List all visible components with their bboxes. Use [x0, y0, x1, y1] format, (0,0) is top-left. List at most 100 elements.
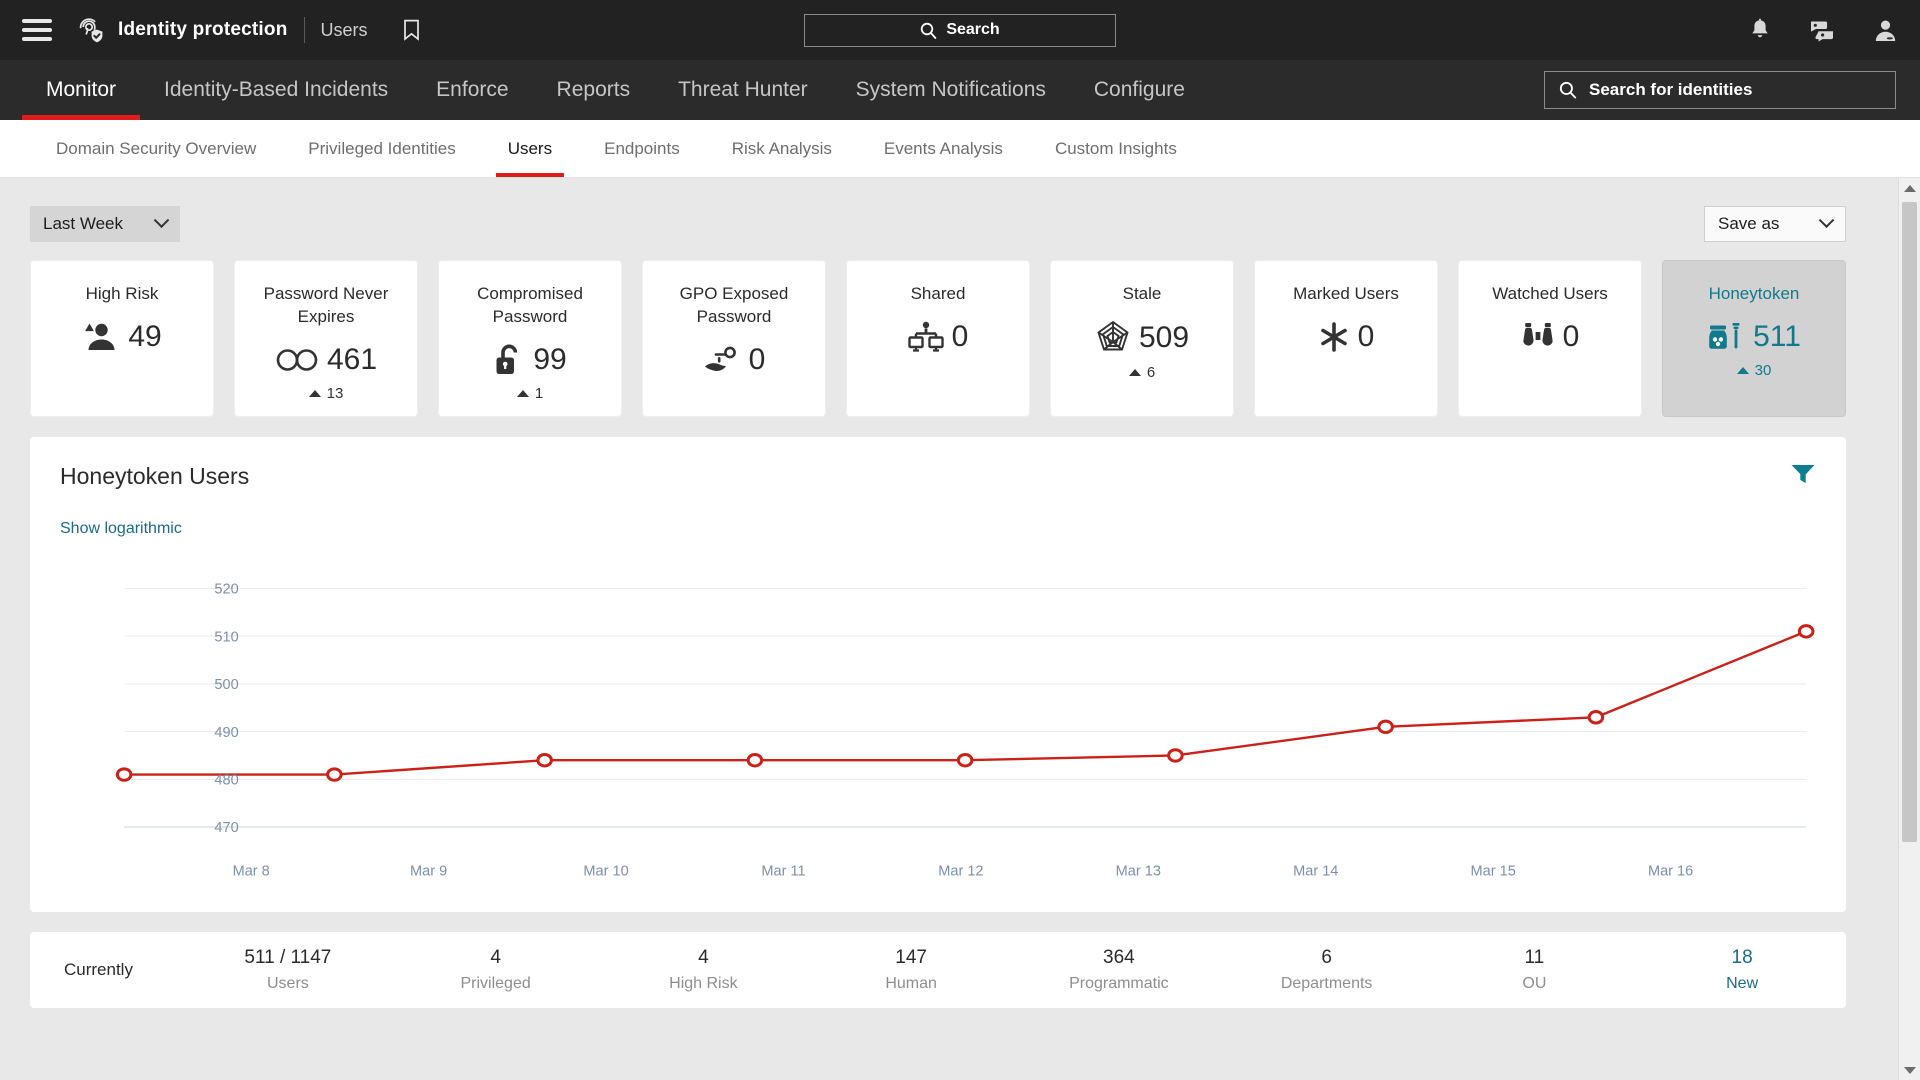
svg-text:Mar 15: Mar 15: [1471, 863, 1516, 879]
infinity-icon: [276, 348, 318, 371]
time-range-select[interactable]: Last Week: [30, 206, 180, 242]
nav-item-enforce[interactable]: Enforce: [412, 60, 532, 120]
summary-cell-high-risk[interactable]: 4 High Risk: [600, 947, 808, 993]
nav-item-configure[interactable]: Configure: [1070, 60, 1209, 120]
asterisk-icon: [1320, 321, 1347, 352]
kpi-value: 0: [951, 319, 969, 353]
funnel-filter-icon[interactable]: [1790, 463, 1816, 490]
summary-strip: Currently 511 / 1147 Users 4 Privileged …: [30, 932, 1846, 1008]
nav-item-monitor[interactable]: Monitor: [22, 60, 141, 120]
chat-icon[interactable]: [1809, 19, 1835, 42]
summary-cell-programmatic[interactable]: 364 Programmatic: [1015, 947, 1223, 993]
svg-text:Mar 8: Mar 8: [233, 863, 270, 879]
nav-label: Configure: [1093, 78, 1185, 101]
show-logarithmic-toggle[interactable]: Show logarithmic: [60, 520, 249, 538]
page-scrollbar[interactable]: [1898, 178, 1920, 1080]
kpi-title: Marked Users: [1293, 284, 1399, 303]
nav-item-identity-based-incidents[interactable]: Identity-Based Incidents: [140, 60, 412, 120]
svg-text:510: 510: [214, 629, 238, 645]
kpi-delta: 30: [1736, 361, 1772, 379]
kpi-card-high-risk[interactable]: High Risk 49: [30, 260, 214, 417]
summary-cell-users[interactable]: 511 / 1147 Users: [184, 947, 392, 993]
hamburger-icon[interactable]: [22, 19, 52, 41]
kpi-delta: 13: [308, 385, 343, 402]
nav-item-threat-hunter[interactable]: Threat Hunter: [654, 60, 832, 120]
kpi-delta: 1: [516, 385, 543, 402]
kpi-card-honeytoken[interactable]: Honeytoken 511 30: [1662, 260, 1846, 417]
kpi-card-password-never-expires[interactable]: Password Never Expires 461 13: [234, 260, 418, 417]
title-divider: [303, 17, 305, 43]
svg-text:520: 520: [214, 582, 238, 598]
tab-privileged-identities[interactable]: Privileged Identities: [282, 120, 481, 177]
tab-users[interactable]: Users: [482, 120, 578, 177]
tab-label: Privileged Identities: [308, 138, 456, 158]
summary-key: New: [1726, 975, 1759, 992]
user-avatar-icon[interactable]: [1873, 18, 1898, 43]
kpi-delta-value: 30: [1754, 361, 1772, 379]
svg-text:Mar 13: Mar 13: [1116, 863, 1161, 879]
tab-endpoints[interactable]: Endpoints: [578, 120, 706, 177]
tab-label: Risk Analysis: [731, 138, 832, 158]
global-search-box[interactable]: Search: [804, 13, 1116, 47]
bell-icon[interactable]: [1749, 18, 1771, 42]
kpi-card-gpo-exposed-password[interactable]: GPO Exposed Password 0: [642, 260, 826, 417]
kpi-card-compromised-password[interactable]: Compromised Password 99 1: [438, 260, 622, 417]
summary-cell-human[interactable]: 147 Human: [807, 947, 1015, 993]
summary-cell-new[interactable]: 18 New: [1638, 947, 1846, 993]
user-warning-icon: [85, 323, 115, 350]
spider-web-icon: [1097, 320, 1129, 351]
scroll-down-arrow[interactable]: [1899, 1060, 1920, 1080]
summary-cell-privileged[interactable]: 4 Privileged: [392, 947, 600, 993]
chevron-down-icon: [1903, 1066, 1916, 1074]
kpi-title: Password Never Expires: [263, 284, 389, 326]
save-as-label: Save as: [1718, 214, 1780, 233]
binoculars-icon: [1522, 322, 1553, 346]
tab-label: Custom Insights: [1054, 138, 1177, 158]
global-search-label: Search: [946, 21, 1000, 38]
hand-key-icon: [704, 346, 736, 371]
scrollbar-thumb[interactable]: [1902, 202, 1917, 842]
summary-key: High Risk: [669, 975, 738, 992]
tab-domain-security-overview[interactable]: Domain Security Overview: [30, 120, 282, 177]
scroll-up-arrow[interactable]: [1899, 178, 1920, 198]
summary-key: Programmatic: [1069, 975, 1169, 992]
main-content: Last Week Save as High Risk 49 Password …: [0, 178, 1920, 1080]
bookmark-icon[interactable]: [402, 19, 421, 41]
kpi-value: 509: [1138, 320, 1190, 354]
kpi-card-watched-users[interactable]: Watched Users 0: [1458, 260, 1642, 417]
tab-events-analysis[interactable]: Events Analysis: [858, 120, 1029, 177]
kpi-delta: 6: [1128, 364, 1155, 381]
tab-label: Domain Security Overview: [56, 138, 257, 158]
chevron-down-icon: [153, 211, 170, 228]
app-title: Identity protection: [118, 19, 288, 40]
tab-risk-analysis[interactable]: Risk Analysis: [706, 120, 858, 177]
secondary-tabs: Domain Security Overview Privileged Iden…: [0, 120, 1920, 178]
kpi-title: High Risk: [85, 284, 159, 303]
kpi-card-marked-users[interactable]: Marked Users 0: [1254, 260, 1438, 417]
nav-label: System Notifications: [855, 78, 1046, 101]
svg-text:480: 480: [214, 773, 238, 789]
summary-cell-ou[interactable]: 11 OU: [1431, 947, 1639, 993]
summary-value: 11: [1524, 947, 1545, 968]
nav-item-system-notifications[interactable]: System Notifications: [832, 60, 1070, 120]
kpi-card-shared[interactable]: Shared 0: [846, 260, 1030, 417]
tab-custom-insights[interactable]: Custom Insights: [1029, 120, 1203, 177]
app-logo: [76, 15, 106, 45]
save-as-button[interactable]: Save as: [1704, 206, 1846, 242]
svg-text:470: 470: [214, 820, 238, 836]
kpi-title: Shared: [910, 284, 966, 303]
line-chart: 470 480 490 500 510 520 Mar 8 Mar 9 Mar 10 Mar 11…: [60, 561, 1816, 894]
kpi-card-stale[interactable]: Stale 509 6: [1050, 260, 1234, 417]
search-icon: [921, 22, 937, 39]
summary-cell-departments[interactable]: 6 Departments: [1223, 947, 1431, 993]
chart-panel: Honeytoken Users Show logarithmic 470 480…: [30, 437, 1846, 912]
identity-search-input[interactable]: Search for identities: [1544, 71, 1896, 109]
nav-item-reports[interactable]: Reports: [533, 60, 655, 120]
kpi-value: 0: [1357, 319, 1375, 353]
svg-text:500: 500: [214, 677, 238, 693]
summary-value: 511 / 1147: [244, 947, 332, 968]
summary-key: OU: [1522, 975, 1547, 992]
unlocked-padlock-icon: [496, 344, 518, 374]
svg-text:Mar 16: Mar 16: [1648, 863, 1693, 879]
shared-workstations-icon: [907, 321, 944, 352]
